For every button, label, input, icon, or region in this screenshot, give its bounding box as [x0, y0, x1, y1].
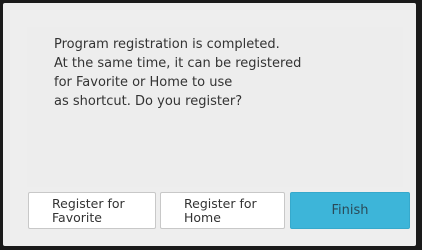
register-home-button[interactable]: Register for Home — [160, 192, 285, 229]
button-label-line: Register for — [52, 196, 125, 211]
screen-frame: Program registration is completed. At th… — [0, 0, 422, 250]
finish-button[interactable]: Finish — [290, 192, 410, 229]
button-label-line: Favorite — [52, 210, 102, 225]
button-label-line: Home — [184, 210, 221, 225]
message-line: for Favorite or Home to use — [54, 75, 233, 90]
message-line: At the same time, it can be registered — [54, 56, 302, 71]
dialog-message: Program registration is completed. At th… — [54, 35, 334, 111]
button-label-line: Register for — [184, 196, 257, 211]
message-line: as shortcut. Do you register? — [54, 94, 243, 109]
message-line: Program registration is completed. — [54, 37, 280, 52]
register-favorite-button[interactable]: Register for Favorite — [28, 192, 156, 229]
